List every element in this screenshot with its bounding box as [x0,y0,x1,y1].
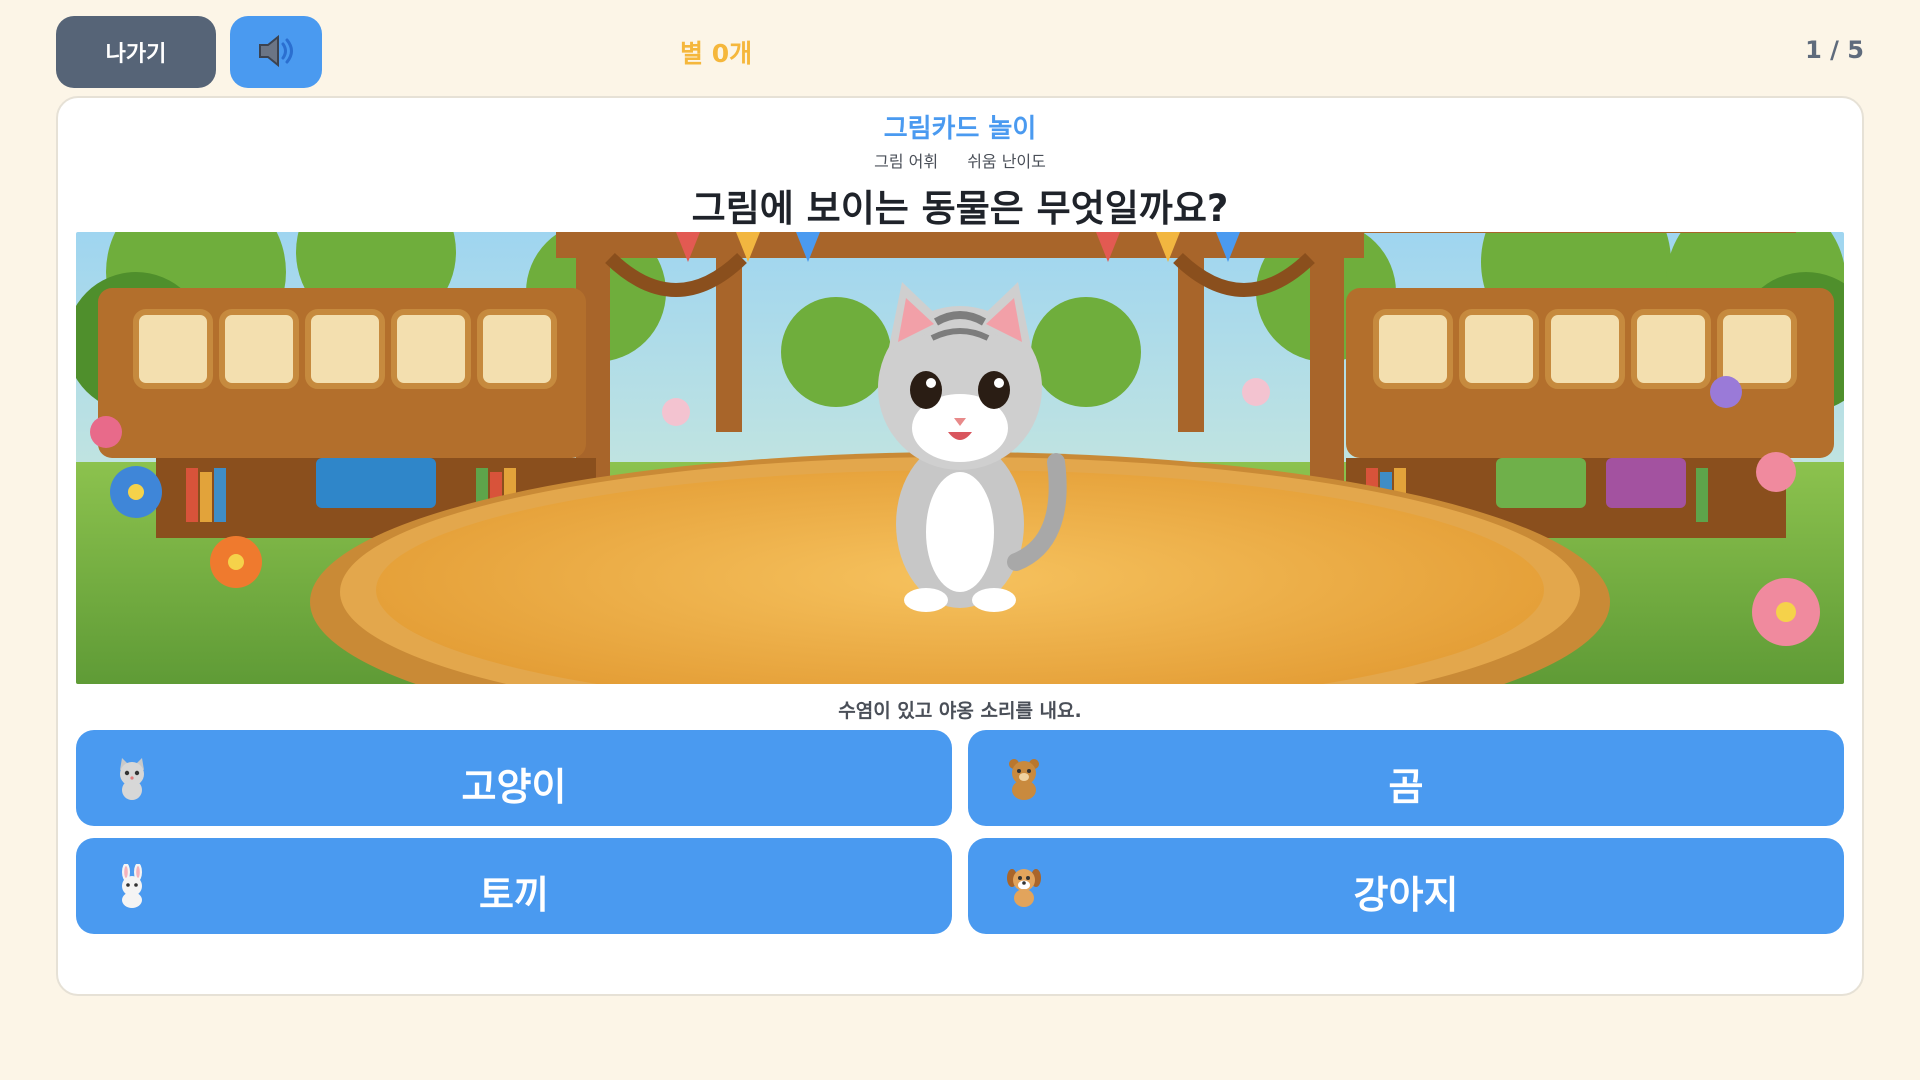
top-bar: 나가기 별 0개 1 / 5 [0,0,1920,96]
speaker-icon [256,33,296,72]
category-label: 그림 어휘 [874,152,939,171]
choice-button-bear[interactable]: 곰 [968,730,1844,826]
scene-illustration [76,232,1844,684]
choice-label: 토끼 [479,873,549,917]
question-progress: 1 / 5 [1805,36,1864,64]
hint-text: 수염이 있고 야옹 소리를 내요. [838,700,1082,722]
sound-button[interactable] [230,16,322,88]
choice-label: 곰 [1388,765,1424,809]
choice-label: 강아지 [1353,873,1459,917]
choice-button-dog[interactable]: 강아지 [968,838,1844,934]
difficulty-label: 쉬움 난이도 [967,152,1046,171]
question-text: 그림에 보이는 동물은 무엇일까요? [691,187,1229,230]
quiz-meta: 그림 어휘 쉬움 난이도 [58,148,1862,172]
quiz-card: 그림카드 놀이 그림 어휘 쉬움 난이도 그림에 보이는 동물은 무엇일까요? [56,96,1864,996]
star-count: 별 0개 [680,39,753,68]
exit-button[interactable]: 나가기 [56,16,216,88]
game-title: 그림카드 놀이 [883,114,1037,144]
choice-label: 고양이 [461,765,567,809]
choice-button-rabbit[interactable]: 토끼 [76,838,952,934]
choice-button-cat[interactable]: 고양이 [76,730,952,826]
